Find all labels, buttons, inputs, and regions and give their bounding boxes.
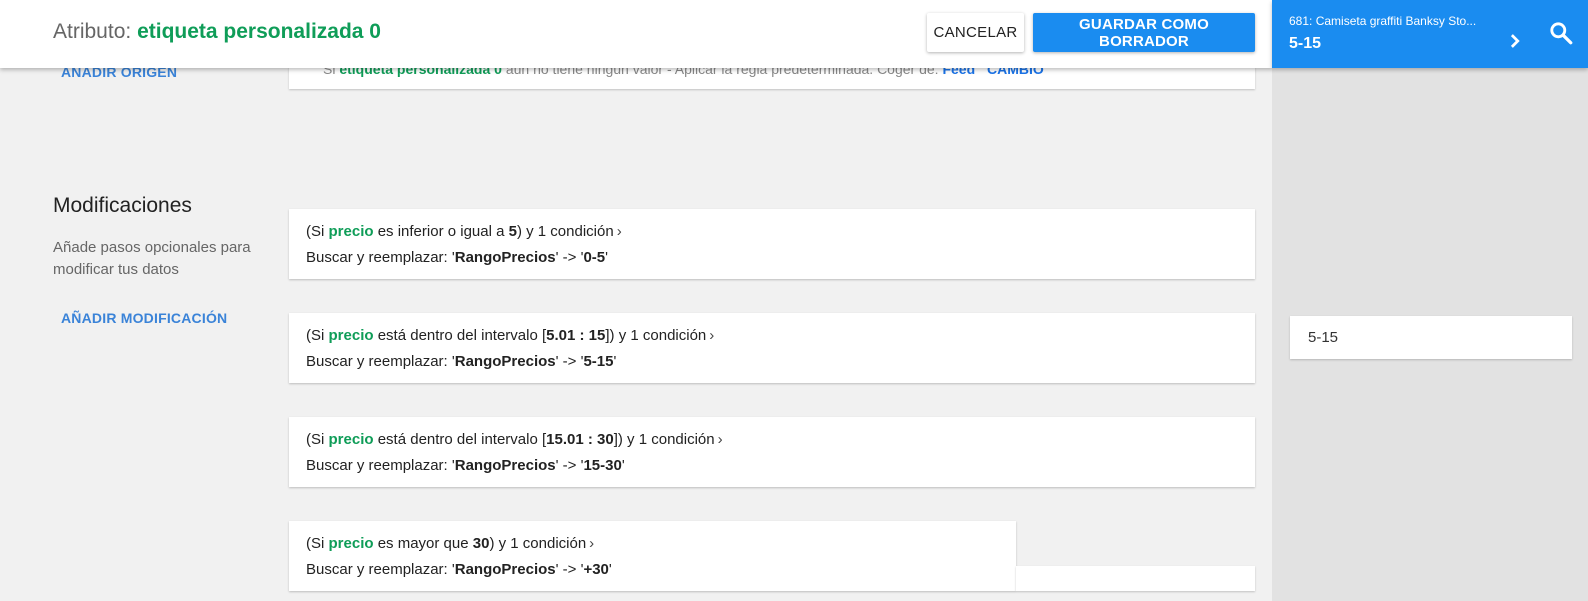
chevron-right-icon[interactable] bbox=[1504, 30, 1526, 52]
preview-results-column: 5-15 bbox=[1272, 68, 1588, 601]
condition-field: precio bbox=[328, 223, 374, 240]
condition-field: precio bbox=[328, 431, 374, 448]
action-replacement: 15-30 bbox=[583, 457, 622, 474]
attribute-name: etiqueta personalizada 0 bbox=[137, 20, 381, 43]
action-replacement: 5-15 bbox=[583, 353, 614, 370]
action-target: RangoPrecios bbox=[454, 561, 556, 578]
modification-action: Buscar y reemplazar: 'RangoPrecios' -> '… bbox=[306, 353, 617, 370]
modification-action: Buscar y reemplazar: 'RangoPrecios' -> '… bbox=[306, 249, 609, 266]
preview-product-name[interactable]: 681: Camiseta graffiti Banksy Sto... bbox=[1289, 14, 1494, 28]
page-title: Atributo: etiqueta personalizada 0 bbox=[53, 20, 381, 44]
action-target: RangoPrecios bbox=[454, 353, 556, 370]
action-target: RangoPrecios bbox=[454, 457, 556, 474]
modification-card[interactable]: (Si precio es mayor que 30) y 1 condició… bbox=[289, 521, 1255, 591]
action-target: RangoPrecios bbox=[454, 249, 556, 266]
search-icon[interactable] bbox=[1548, 20, 1574, 46]
modification-condition[interactable]: (Si precio está dentro del intervalo [15… bbox=[306, 431, 723, 448]
preview-panel: 681: Camiseta graffiti Banksy Sto... 5-1… bbox=[1272, 0, 1588, 68]
action-replacement: 0-5 bbox=[583, 249, 606, 266]
modifications-title: Modificaciones bbox=[53, 194, 192, 217]
chevron-right-icon[interactable]: › bbox=[589, 535, 594, 552]
modification-card[interactable]: (Si precio está dentro del intervalo [15… bbox=[289, 417, 1255, 487]
condition-value: 5 bbox=[508, 223, 517, 240]
preview-value: 5-15 bbox=[1289, 35, 1322, 52]
condition-value: 30 bbox=[472, 535, 490, 552]
modification-action: Buscar y reemplazar: 'RangoPrecios' -> '… bbox=[306, 457, 625, 474]
modification-condition[interactable]: (Si precio es mayor que 30) y 1 condició… bbox=[306, 535, 594, 552]
modification-action: Buscar y reemplazar: 'RangoPrecios' -> '… bbox=[306, 561, 612, 578]
chevron-right-icon[interactable]: › bbox=[617, 223, 622, 240]
modification-card[interactable]: (Si precio es inferior o igual a 5) y 1 … bbox=[289, 209, 1255, 279]
chevron-right-icon[interactable]: › bbox=[718, 431, 723, 448]
condition-field: precio bbox=[328, 327, 374, 344]
save-draft-button[interactable]: GUARDAR COMO BORRADOR bbox=[1033, 13, 1255, 52]
editor-header: Atributo: etiqueta personalizada 0 CANCE… bbox=[0, 0, 1272, 68]
action-replacement: +30 bbox=[583, 561, 609, 578]
add-modification-button[interactable]: AÑADIR MODIFICACIÓN bbox=[61, 310, 227, 326]
chevron-right-icon[interactable]: › bbox=[709, 327, 714, 344]
modifications-description: Añade pasos opcionales para modificar tu… bbox=[53, 239, 251, 278]
modification-condition[interactable]: (Si precio es inferior o igual a 5) y 1 … bbox=[306, 223, 622, 240]
condition-value: 5.01 : 15 bbox=[546, 327, 606, 344]
result-value-card: 5-15 bbox=[1290, 316, 1572, 359]
condition-value: 15.01 : 30 bbox=[546, 431, 614, 448]
cancel-button[interactable]: CANCELAR bbox=[927, 13, 1024, 52]
modification-condition[interactable]: (Si precio está dentro del intervalo [5.… bbox=[306, 327, 714, 344]
title-prefix: Atributo: bbox=[53, 20, 132, 43]
modification-card[interactable]: (Si precio está dentro del intervalo [5.… bbox=[289, 313, 1255, 383]
condition-field: precio bbox=[328, 535, 374, 552]
